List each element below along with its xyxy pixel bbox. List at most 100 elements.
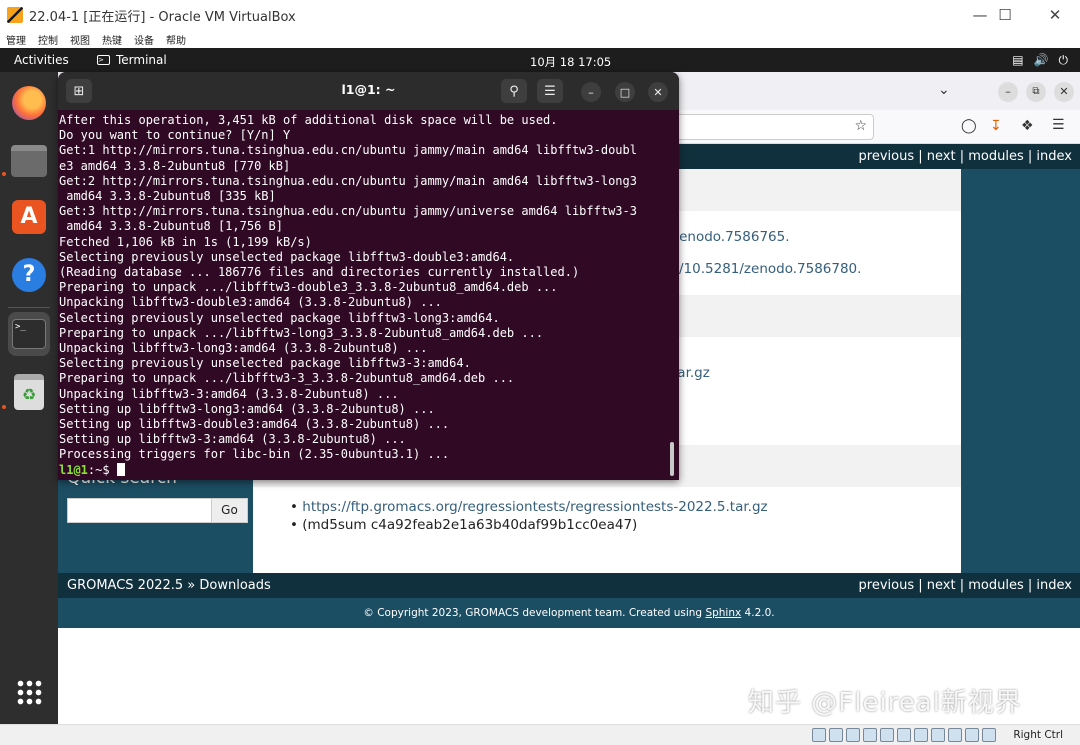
recording-icon[interactable] bbox=[931, 728, 945, 742]
vbox-menubar: 管理 控制 视图 热键 设备 帮助 bbox=[0, 30, 1080, 48]
terminal-line: After this operation, 3,451 kB of additi… bbox=[59, 113, 558, 127]
terminal-maximize-icon[interactable]: □ bbox=[615, 82, 635, 102]
watermark: 知乎 @Fleireal新视界 bbox=[748, 688, 1022, 718]
display-icon[interactable] bbox=[914, 728, 928, 742]
terminal-line: Preparing to unpack .../libfftw3-double3… bbox=[59, 280, 558, 295]
link-next[interactable]: next bbox=[927, 578, 956, 593]
app-menu-label: Terminal bbox=[116, 53, 167, 67]
menu-manage[interactable]: 管理 bbox=[0, 32, 32, 47]
quick-search-input[interactable] bbox=[67, 498, 212, 523]
bookmark-star-icon[interactable]: ☆ bbox=[854, 118, 867, 134]
terminal-line: Unpacking libfftw3-double3:amd64 (3.3.8-… bbox=[59, 295, 442, 310]
sphinx-link[interactable]: Sphinx bbox=[705, 607, 741, 619]
dock-separator bbox=[8, 307, 50, 308]
network-adapter-icon[interactable] bbox=[863, 728, 877, 742]
go-button[interactable]: Go bbox=[211, 498, 248, 523]
app-menu-icon[interactable]: ☰ bbox=[1052, 117, 1065, 133]
gnome-topbar: Activities > Terminal 10月 18 17:05 ▤ 🔊 ⏻ bbox=[0, 48, 1080, 72]
copyright-footer: © Copyright 2023, GROMACS development te… bbox=[58, 598, 1080, 628]
link-modules[interactable]: modules bbox=[968, 149, 1024, 164]
menu-control[interactable]: 控制 bbox=[32, 32, 64, 47]
terminal-line: Setting up libfftw3-3:amd64 (3.3.8-2ubun… bbox=[59, 432, 406, 447]
terminal-minimize-icon[interactable]: – bbox=[581, 82, 601, 102]
usb-icon[interactable] bbox=[880, 728, 894, 742]
tab-list-icon[interactable]: ⌄ bbox=[938, 82, 950, 98]
files-icon[interactable] bbox=[9, 141, 49, 181]
close-icon[interactable]: ✕ bbox=[1030, 0, 1080, 30]
activities-button[interactable]: Activities bbox=[14, 53, 69, 67]
audio-icon[interactable] bbox=[846, 728, 860, 742]
prompt-line: l1@1:~$ bbox=[59, 462, 669, 478]
trash-icon[interactable]: ♻ bbox=[9, 372, 49, 412]
firefox-icon[interactable] bbox=[9, 83, 49, 123]
terminal-line: Get:2 http://mirrors.tuna.tsinghua.edu.c… bbox=[59, 173, 637, 188]
downloads-icon[interactable]: ↧ bbox=[990, 118, 1002, 134]
shared-folders-icon[interactable] bbox=[897, 728, 911, 742]
show-apps-icon[interactable] bbox=[9, 672, 49, 712]
terminal-app-icon: > bbox=[97, 55, 110, 65]
terminal-line: Setting up libfftw3-long3:amd64 (3.3.8-2… bbox=[59, 401, 435, 416]
hamburger-menu-icon[interactable]: ☰ bbox=[537, 79, 563, 103]
mouse-integration-icon[interactable] bbox=[965, 728, 979, 742]
regression-tests-link[interactable]: https://ftp.gromacs.org/regressiontests/… bbox=[302, 499, 767, 515]
terminal-scrollbar[interactable] bbox=[670, 442, 674, 476]
clock[interactable]: 10月 18 17:05 bbox=[530, 54, 611, 70]
md5sum-item: • (md5sum c4a92feab2e1a63b40daf99b1cc0ea… bbox=[290, 517, 637, 533]
optical-drive-icon[interactable] bbox=[829, 728, 843, 742]
link-index[interactable]: index bbox=[1036, 578, 1072, 593]
right-margin bbox=[961, 169, 1080, 573]
browser-restore-icon[interactable]: ⧉ bbox=[1026, 82, 1046, 102]
keyboard-capture-icon[interactable] bbox=[982, 728, 996, 742]
terminal-line: Unpacking libfftw3-3:amd64 (3.3.8-2ubunt… bbox=[59, 386, 399, 401]
terminal-line: Selecting previously unselected package … bbox=[59, 310, 500, 325]
md5sum-text: (md5sum c4a92feab2e1a63b40daf99b1cc0ea47… bbox=[302, 517, 638, 533]
cpu-icon[interactable] bbox=[948, 728, 962, 742]
menu-view[interactable]: 视图 bbox=[64, 32, 96, 47]
relnav-links: previous | next | modules | index bbox=[859, 149, 1072, 164]
prompt-path: :~$ bbox=[87, 462, 110, 477]
terminal-icon[interactable]: >_ bbox=[8, 312, 50, 356]
copyright-text: © Copyright 2023, GROMACS development te… bbox=[363, 607, 706, 619]
link-index[interactable]: index bbox=[1036, 149, 1072, 164]
relnav-links-bottom: previous | next | modules | index bbox=[859, 578, 1072, 593]
terminal-line: Selecting previously unselected package … bbox=[59, 249, 515, 264]
menu-devices[interactable]: 设备 bbox=[128, 32, 160, 47]
menu-help[interactable]: 帮助 bbox=[160, 32, 192, 47]
search-icon[interactable]: ⚲ bbox=[501, 79, 527, 103]
terminal-output[interactable]: After this operation, 3,451 kB of additi… bbox=[59, 113, 669, 478]
link-modules[interactable]: modules bbox=[968, 578, 1024, 593]
extensions-icon[interactable]: ❖ bbox=[1021, 118, 1034, 134]
terminal-window[interactable]: ⊞ l1@1: ~ ⚲ ☰ – □ ✕ After this operation… bbox=[58, 72, 679, 480]
hard-disk-icon[interactable] bbox=[812, 728, 826, 742]
separator: | bbox=[914, 149, 927, 164]
menu-hotkeys[interactable]: 热键 bbox=[96, 32, 128, 47]
link-next[interactable]: next bbox=[927, 149, 956, 164]
terminal-line: amd64 3.3.8-2ubuntu8 [335 kB] bbox=[59, 189, 276, 204]
browser-minimize-icon[interactable]: – bbox=[998, 82, 1018, 102]
browser-close-icon[interactable]: ✕ bbox=[1054, 82, 1074, 102]
copyright-version: 4.2.0. bbox=[741, 607, 775, 619]
running-indicator bbox=[2, 405, 6, 409]
separator: | bbox=[955, 149, 969, 164]
app-center-icon[interactable]: A bbox=[9, 197, 49, 237]
link-previous[interactable]: previous bbox=[859, 149, 915, 164]
terminal-line: (Reading database ... 186776 files and d… bbox=[59, 265, 580, 280]
network-icon: ▤ bbox=[1012, 53, 1024, 67]
terminal-line: Unpacking libfftw3-long3:amd64 (3.3.8-2u… bbox=[59, 341, 428, 356]
terminal-close-icon[interactable]: ✕ bbox=[648, 82, 668, 102]
breadcrumb[interactable]: GROMACS 2022.5 » Downloads bbox=[67, 578, 271, 593]
terminal-line: Fetched 1,106 kB in 1s (1,199 kB/s) bbox=[59, 234, 312, 249]
link-previous[interactable]: previous bbox=[859, 578, 915, 593]
zenodo-link-1[interactable]: zenodo.7586765. bbox=[672, 229, 790, 245]
terminal-line: e3 amd64 3.3.8-2ubuntu8 [770 kB] bbox=[59, 158, 291, 173]
system-tray[interactable]: ▤ 🔊 ⏻ bbox=[1012, 53, 1068, 68]
help-icon[interactable]: ? bbox=[9, 255, 49, 295]
pocket-icon[interactable]: ◯ bbox=[961, 118, 977, 134]
vbox-statusbar: Right Ctrl bbox=[0, 724, 1080, 745]
terminal-line: amd64 3.3.8-2ubuntu8 [1,756 B] bbox=[59, 219, 283, 234]
separator: | bbox=[1023, 578, 1037, 593]
maximize-icon[interactable]: ☐ bbox=[980, 0, 1030, 30]
zenodo-link-2[interactable]: /10.5281/zenodo.7586780. bbox=[679, 261, 861, 277]
app-menu-terminal[interactable]: > Terminal bbox=[97, 53, 167, 67]
terminal-headerbar: ⊞ l1@1: ~ ⚲ ☰ – □ ✕ bbox=[58, 72, 679, 110]
